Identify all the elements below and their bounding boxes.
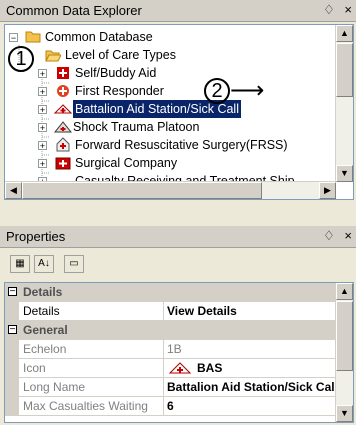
category-label: Details <box>23 285 63 299</box>
close-icon[interactable]: × <box>344 228 352 243</box>
property-grid[interactable]: − Details Details View Details − General… <box>4 282 354 423</box>
property-value[interactable]: 1B <box>167 342 182 356</box>
scroll-thumb[interactable] <box>336 43 353 97</box>
property-name: Icon <box>23 361 46 375</box>
folder-icon <box>25 29 41 43</box>
collapse-icon[interactable]: − <box>9 33 18 43</box>
property-value[interactable]: View Details <box>167 304 237 318</box>
scroll-right-icon[interactable]: ▶ <box>319 182 336 199</box>
building-icon <box>55 137 71 152</box>
close-icon[interactable]: × <box>344 2 352 17</box>
properties-toolbar: ▦ A↓ ▭ <box>0 250 356 280</box>
alphabetical-icon[interactable]: A↓ <box>34 255 54 273</box>
expand-icon[interactable]: + <box>38 159 47 169</box>
expand-icon[interactable]: + <box>38 105 47 115</box>
property-name: Details <box>23 304 60 318</box>
red-cross-icon <box>56 66 72 80</box>
property-name: Max Casualties Waiting <box>23 399 148 413</box>
pin-icon[interactable]: ♢ <box>323 2 335 17</box>
tree-item-label: Shock Trauma Platoon <box>73 120 200 134</box>
surgical-icon <box>55 155 71 170</box>
property-row-details[interactable]: Details View Details <box>5 302 337 321</box>
tree-item-label: First Responder <box>75 84 164 98</box>
tree-item-label: Common Database <box>45 30 153 44</box>
callout-2: 2 <box>204 78 230 104</box>
pin-icon[interactable]: ♢ <box>323 228 335 243</box>
property-row-max-casualties[interactable]: Max Casualties Waiting 6 <box>5 397 337 416</box>
property-name: Echelon <box>23 342 67 356</box>
property-pages-icon[interactable]: ▭ <box>64 255 84 273</box>
tree-vertical-scrollbar[interactable]: ▲ ▼ <box>335 25 353 182</box>
categorized-icon[interactable]: ▦ <box>10 255 30 273</box>
property-row-echelon[interactable]: Echelon 1B <box>5 340 337 359</box>
expand-icon[interactable]: + <box>38 69 47 79</box>
scroll-left-icon[interactable]: ◀ <box>5 182 22 199</box>
scroll-down-icon[interactable]: ▼ <box>336 405 353 422</box>
property-row-long-name[interactable]: Long Name Battalion Aid Station/Sick Cal… <box>5 378 338 397</box>
h-scroll-thumb[interactable] <box>22 182 262 199</box>
scroll-thumb[interactable] <box>336 301 353 371</box>
explorer-tree[interactable]: − Common Database Level of Care Types + … <box>4 24 354 200</box>
scroll-up-icon[interactable]: ▲ <box>336 283 353 300</box>
scroll-up-icon[interactable]: ▲ <box>336 25 353 42</box>
first-responder-icon <box>56 84 72 98</box>
property-value[interactable]: Battalion Aid Station/Sick Call <box>167 380 338 394</box>
expand-icon[interactable]: + <box>38 123 47 133</box>
folder-open-icon <box>45 48 62 62</box>
tree-item-label: Surgical Company <box>75 156 178 170</box>
scroll-down-icon[interactable]: ▼ <box>336 165 353 182</box>
callout-arrow-icon: ⟶ <box>230 77 265 104</box>
collapse-icon[interactable]: − <box>8 287 17 297</box>
tent-icon <box>53 120 73 134</box>
explorer-title-bar: Common Data Explorer ♢ × <box>0 0 356 22</box>
aid-station-icon <box>168 361 192 378</box>
property-value[interactable]: BAS <box>197 361 222 375</box>
tree-horizontal-scrollbar[interactable]: ◀ ▶ <box>5 181 336 199</box>
aid-station-icon <box>53 102 73 116</box>
property-value[interactable]: 6 <box>167 399 174 413</box>
properties-title: Properties <box>6 229 66 244</box>
tree-item-label: Self/Buddy Aid <box>75 66 157 80</box>
property-row-icon[interactable]: Icon BAS <box>5 359 337 378</box>
category-general[interactable]: − General <box>5 321 337 340</box>
tree-item-label: Level of Care Types <box>65 48 176 62</box>
explorer-title: Common Data Explorer <box>6 3 142 18</box>
category-label: General <box>23 323 68 337</box>
expand-icon[interactable]: + <box>38 87 47 97</box>
expand-icon[interactable]: + <box>38 141 47 151</box>
collapse-icon[interactable]: − <box>8 325 17 335</box>
properties-title-bar: Properties ♢ × <box>0 226 356 248</box>
category-details[interactable]: − Details <box>5 283 337 302</box>
property-name: Long Name <box>23 380 86 394</box>
callout-1: 1 <box>8 46 34 72</box>
grid-vertical-scrollbar[interactable]: ▲ ▼ <box>335 283 353 422</box>
tree-item-label: Forward Resuscitative Surgery(FRSS) <box>75 138 288 152</box>
